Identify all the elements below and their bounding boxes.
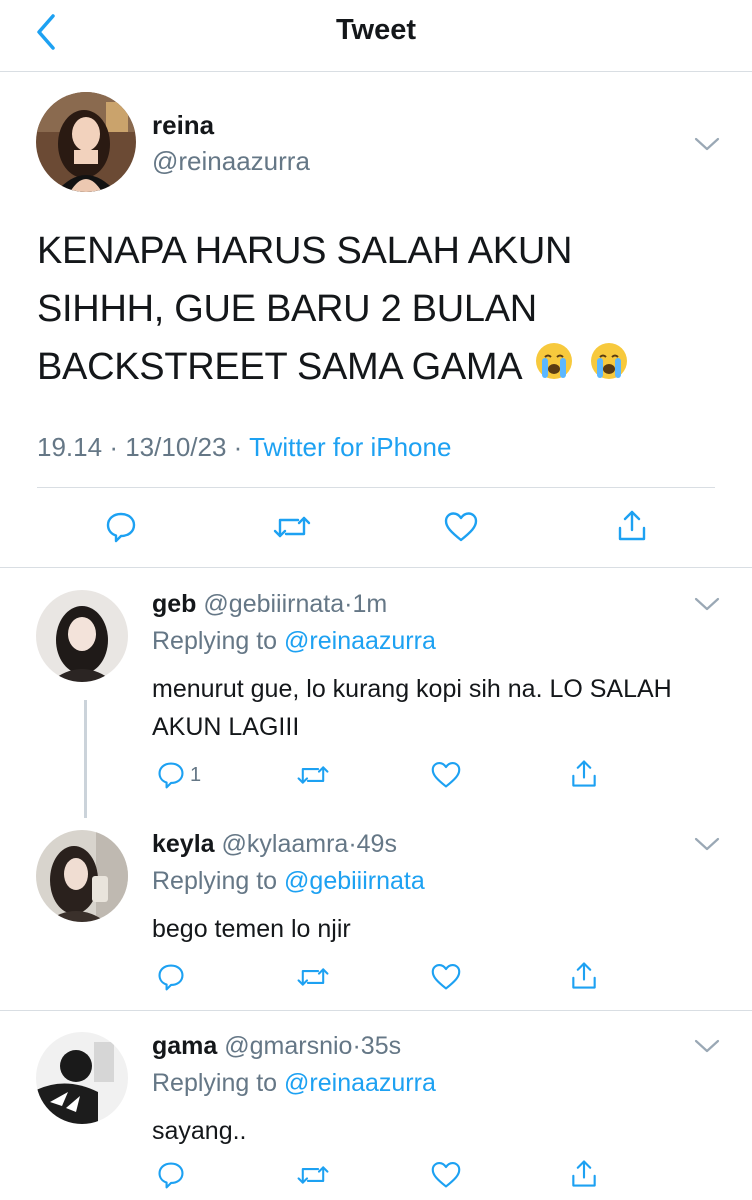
tweet-text: KENAPA HARUS SALAH AKUN SIHHH, GUE BARU … <box>37 222 677 398</box>
meta-separator: · <box>233 432 243 462</box>
retweet-icon <box>273 516 311 538</box>
avatar[interactable] <box>36 590 128 682</box>
tweet-time: 19.14 <box>37 432 103 462</box>
reply-icon <box>158 762 184 789</box>
reply-button[interactable] <box>156 1160 186 1190</box>
reply-button[interactable]: 1 <box>156 760 201 790</box>
retweet-button[interactable] <box>272 510 312 544</box>
tweet-text-content: KENAPA HARUS SALAH AKUN SIHHH, GUE BARU … <box>37 230 573 388</box>
share-button[interactable] <box>568 1158 600 1190</box>
reply-text: menurut gue, lo kurang kopi sih na. LO S… <box>152 675 672 741</box>
like-button[interactable] <box>430 1160 462 1190</box>
page-title: Tweet <box>335 14 417 46</box>
tweet-date: 13/10/23 <box>125 432 227 462</box>
reply-header: keyla @kylaamra·49s <box>152 830 397 859</box>
share-button[interactable] <box>568 960 600 992</box>
heart-icon <box>444 512 478 542</box>
reply-icon <box>106 512 136 543</box>
replying-to: Replying to @reinaazurra <box>152 627 436 656</box>
retweet-icon <box>297 766 329 784</box>
action-bar <box>0 506 752 550</box>
author-name[interactable]: geb <box>152 590 196 618</box>
share-icon <box>572 1160 596 1187</box>
crying-face-icon <box>534 340 574 398</box>
heart-icon <box>431 964 461 990</box>
tweet-meta: 19.14 · 13/10/23 · Twitter for iPhone <box>37 432 451 463</box>
chevron-down-icon[interactable] <box>692 1036 722 1056</box>
retweet-icon <box>297 1166 329 1184</box>
replying-to: Replying to @reinaazurra <box>152 1069 436 1098</box>
reply-tweet: gama @gmarsnio·35s Replying to @reinaazu… <box>0 1010 752 1200</box>
top-bar: Tweet <box>0 0 752 72</box>
mention-link[interactable]: @reinaazurra <box>284 627 436 655</box>
share-button[interactable] <box>614 508 650 544</box>
heart-icon <box>431 762 461 788</box>
meta-separator: · <box>352 1032 361 1060</box>
reply-tweet: geb @gebiiirnata·1m Replying to @reinaaz… <box>0 568 752 818</box>
meta-separator: · <box>109 432 118 462</box>
share-icon <box>618 510 646 541</box>
share-icon <box>572 760 596 787</box>
like-button[interactable] <box>443 510 479 544</box>
tweet-source-link[interactable]: Twitter for iPhone <box>249 432 451 462</box>
replying-to-label: Replying to <box>152 627 278 655</box>
author-handle[interactable]: @reinaazurra <box>152 146 310 177</box>
share-icon <box>572 962 596 989</box>
reply-time: 1m <box>352 590 388 618</box>
reply-time: 35s <box>360 1032 402 1060</box>
reply-count: 1 <box>190 763 202 786</box>
crying-face-icon <box>589 340 629 398</box>
like-button[interactable] <box>430 962 462 992</box>
mention-link[interactable]: @reinaazurra <box>284 1069 436 1097</box>
chevron-down-icon[interactable] <box>692 594 722 614</box>
chevron-down-icon[interactable] <box>692 834 722 854</box>
replying-to: Replying to @gebiiirnata <box>152 867 425 896</box>
reply-tweet: keyla @kylaamra·49s Replying to @gebiiir… <box>0 808 752 1010</box>
reply-button[interactable] <box>156 962 186 992</box>
avatar[interactable] <box>36 1032 128 1124</box>
reply-button[interactable] <box>104 510 138 544</box>
retweet-button[interactable] <box>296 760 330 790</box>
retweet-button[interactable] <box>296 1160 330 1190</box>
thread-connector <box>84 700 87 818</box>
main-tweet: reina @reinaazurra KENAPA HARUS SALAH AK… <box>0 72 752 568</box>
reply-header: gama @gmarsnio·35s <box>152 1032 401 1061</box>
author-handle[interactable]: @kylaamra <box>222 830 349 858</box>
avatar[interactable] <box>36 830 128 922</box>
divider <box>37 487 715 488</box>
author-handle[interactable]: @gebiiirnata <box>203 590 344 618</box>
author-handle[interactable]: @gmarsnio <box>224 1032 352 1060</box>
heart-icon <box>431 1162 461 1188</box>
meta-separator: · <box>348 830 357 858</box>
author-name[interactable]: reina <box>152 110 214 141</box>
like-button[interactable] <box>430 760 462 790</box>
share-button[interactable] <box>568 758 600 790</box>
reply-icon <box>158 1162 184 1189</box>
chevron-down-icon[interactable] <box>692 134 722 154</box>
reply-icon <box>158 964 184 991</box>
reply-text: bego temen lo njir <box>152 915 351 943</box>
author-name[interactable]: gama <box>152 1032 217 1060</box>
replying-to-label: Replying to <box>152 867 278 895</box>
avatar[interactable] <box>36 92 136 192</box>
reply-header: geb @gebiiirnata·1m <box>152 590 387 619</box>
reply-time: 49s <box>356 830 397 858</box>
retweet-icon <box>297 968 329 986</box>
retweet-button[interactable] <box>296 962 330 992</box>
author-name[interactable]: keyla <box>152 830 215 858</box>
replying-to-label: Replying to <box>152 1069 278 1097</box>
reply-text: sayang.. <box>152 1117 247 1145</box>
mention-link[interactable]: @gebiiirnata <box>284 867 425 895</box>
